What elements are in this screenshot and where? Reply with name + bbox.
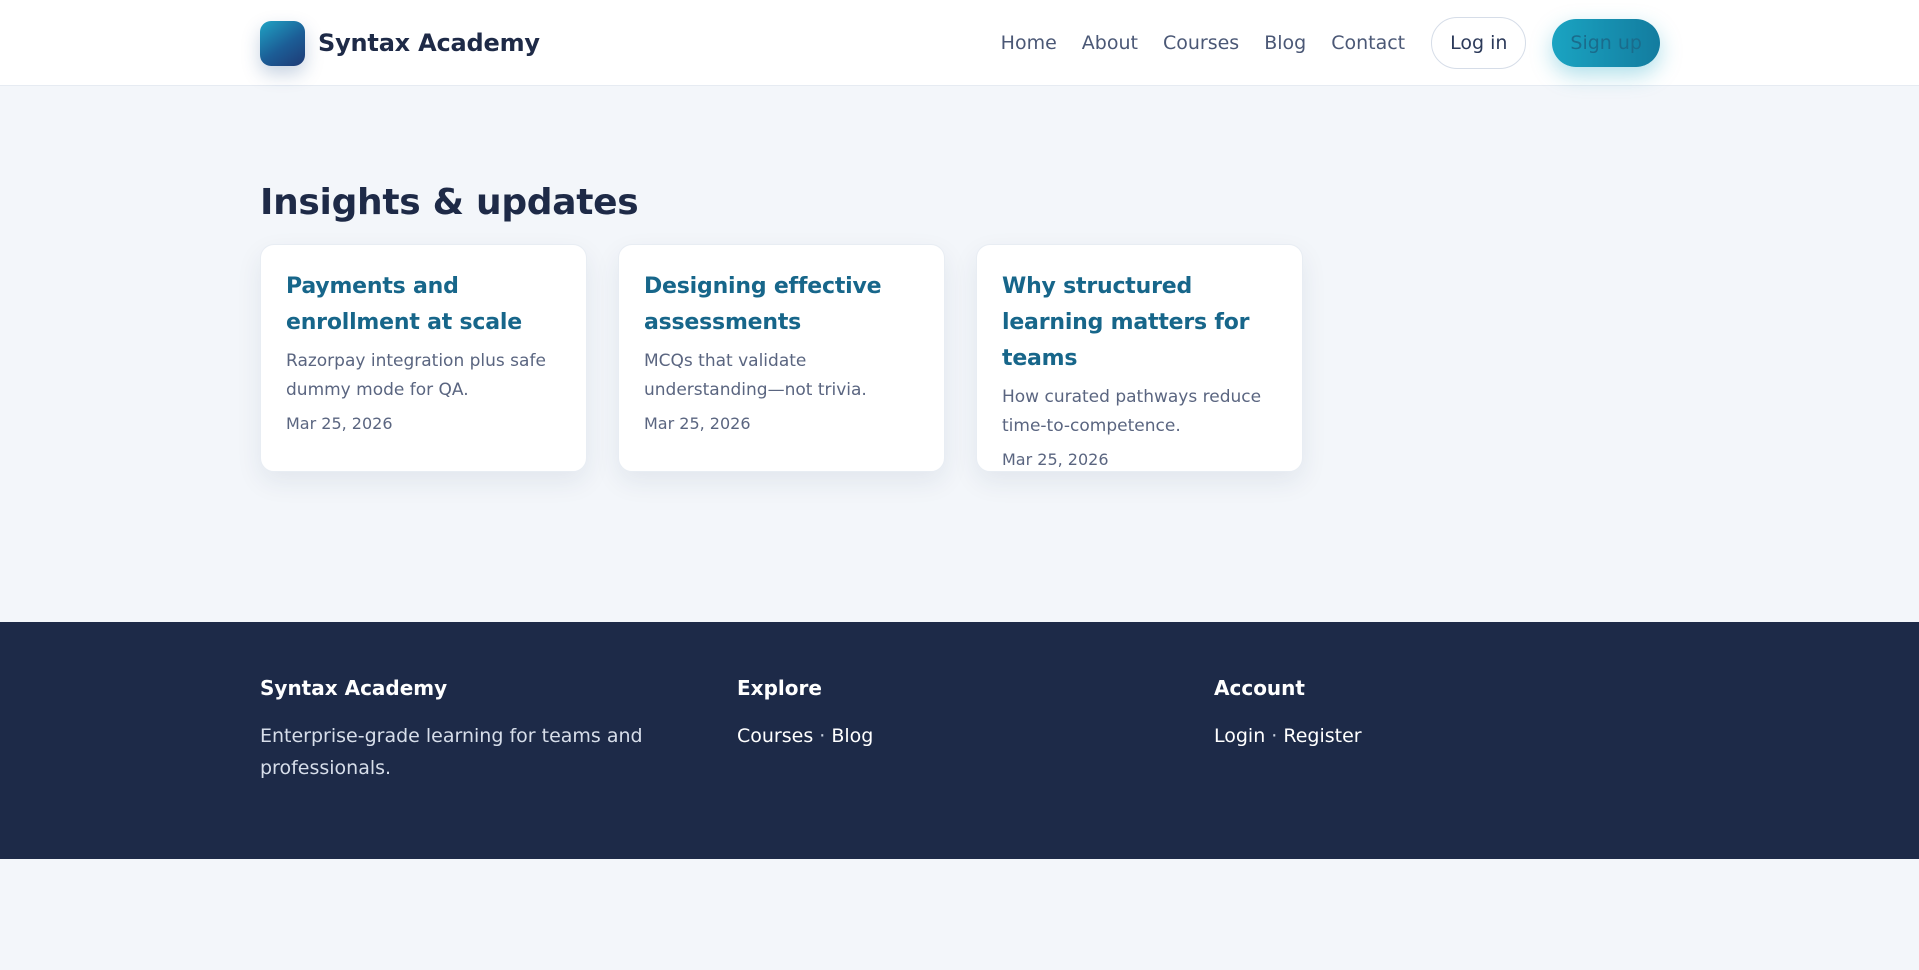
- nav-link-blog[interactable]: Blog: [1264, 32, 1306, 54]
- footer-tagline: Enterprise-grade learning for teams and …: [260, 725, 643, 779]
- site-footer: Syntax Academy Enterprise-grade learning…: [0, 622, 1919, 859]
- post-date: Mar 25, 2026: [644, 414, 751, 433]
- brand-logo-icon: [260, 20, 305, 66]
- footer-account-links: Login · Register: [1214, 720, 1634, 752]
- footer-link-register[interactable]: Register: [1283, 725, 1361, 747]
- post-card-list: Payments and enrollment at scale Razorpa…: [260, 244, 1303, 472]
- post-title[interactable]: Why structured learning matters for team…: [1002, 269, 1278, 377]
- footer-about-column: Syntax Academy Enterprise-grade learning…: [260, 676, 680, 784]
- post-excerpt: How curated pathways reduce time-to-comp…: [1002, 387, 1262, 436]
- page-bottom-spacer: [0, 859, 1919, 970]
- footer-heading: Explore: [737, 676, 822, 700]
- post-card[interactable]: Why structured learning matters for team…: [976, 244, 1303, 472]
- footer-heading: Account: [1214, 676, 1305, 700]
- post-title[interactable]: Payments and enrollment at scale: [286, 269, 562, 341]
- footer-account-column: Account Login · Register: [1214, 676, 1634, 752]
- post-title[interactable]: Designing effective assessments: [644, 269, 920, 341]
- main-nav: Home About Courses Blog Contact Log in S…: [1001, 17, 1660, 69]
- footer-separator: ·: [813, 725, 832, 747]
- site-header: Syntax Academy Home About Courses Blog C…: [0, 0, 1919, 86]
- post-date: Mar 25, 2026: [1002, 450, 1109, 469]
- nav-link-contact[interactable]: Contact: [1331, 32, 1405, 54]
- main-content: Insights & updates Payments and enrollme…: [0, 86, 1919, 622]
- post-card[interactable]: Designing effective assessments MCQs tha…: [618, 244, 945, 472]
- footer-explore-column: Explore Courses · Blog: [737, 676, 1157, 752]
- post-excerpt: MCQs that validate understanding—not tri…: [644, 351, 867, 400]
- footer-explore-links: Courses · Blog: [737, 720, 1157, 752]
- post-date: Mar 25, 2026: [286, 414, 393, 433]
- section-title: Insights & updates: [260, 182, 639, 223]
- footer-link-blog[interactable]: Blog: [831, 725, 873, 747]
- nav-link-courses[interactable]: Courses: [1163, 32, 1239, 54]
- post-excerpt: Razorpay integration plus safe dummy mod…: [286, 351, 546, 400]
- nav-link-about[interactable]: About: [1082, 32, 1138, 54]
- signup-button[interactable]: Sign up: [1552, 19, 1660, 67]
- login-button[interactable]: Log in: [1431, 17, 1527, 69]
- post-card[interactable]: Payments and enrollment at scale Razorpa…: [260, 244, 587, 472]
- brand-link[interactable]: Syntax Academy: [260, 20, 540, 66]
- footer-separator: ·: [1265, 725, 1284, 747]
- nav-link-home[interactable]: Home: [1001, 32, 1057, 54]
- footer-link-login[interactable]: Login: [1214, 725, 1265, 747]
- brand-name: Syntax Academy: [318, 29, 540, 57]
- header-inner: Syntax Academy Home About Courses Blog C…: [260, 0, 1660, 86]
- footer-link-courses[interactable]: Courses: [737, 725, 813, 747]
- footer-heading: Syntax Academy: [260, 676, 448, 700]
